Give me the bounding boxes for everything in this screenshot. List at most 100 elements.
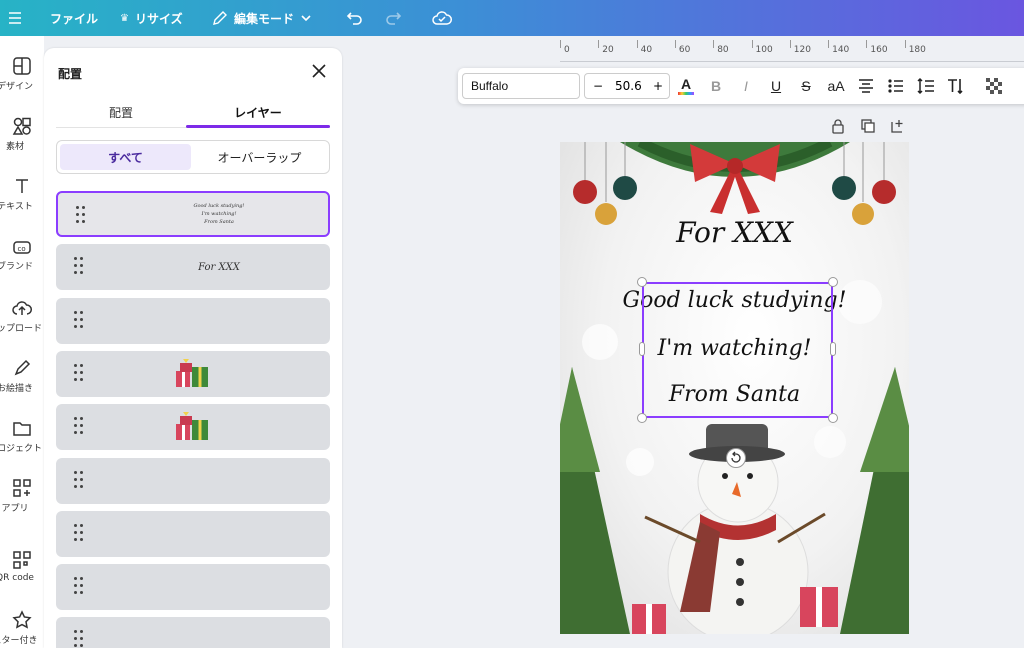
- layer-preview: Good luck studying! I'm watching! From San…: [118, 193, 320, 235]
- cloud-save-button[interactable]: [432, 0, 452, 36]
- apps-icon: [13, 479, 31, 497]
- sidebar-item-label: プロジェクト: [0, 444, 42, 454]
- resize-handle-right[interactable]: [830, 342, 836, 356]
- align-center-icon[interactable]: [856, 76, 876, 96]
- drag-handle-icon[interactable]: [76, 206, 88, 224]
- top-bar: ファイル ♛ リサイズ 編集モード: [0, 0, 1024, 36]
- drag-handle-icon[interactable]: [74, 310, 86, 329]
- resize-handle-tr[interactable]: [828, 277, 838, 287]
- drag-handle-icon[interactable]: [74, 523, 86, 542]
- layer-preview-text: From Santa: [204, 219, 234, 225]
- strikethrough-button[interactable]: S: [796, 76, 816, 96]
- italic-button[interactable]: I: [736, 76, 756, 96]
- sidebar-item-star[interactable]: スター付き: [0, 610, 44, 646]
- ruler-mark: [789, 40, 791, 48]
- chevron-down-icon: [301, 15, 311, 22]
- sidebar-item-label: アップロード: [0, 324, 42, 334]
- drag-handle-icon[interactable]: [74, 470, 86, 489]
- sidebar-item-layout[interactable]: デザイン: [0, 56, 44, 92]
- resize-button[interactable]: ♛ リサイズ: [120, 0, 183, 36]
- card-title[interactable]: For XXX: [560, 216, 909, 249]
- sidebar-item-text[interactable]: テキスト: [0, 176, 44, 212]
- undo-button[interactable]: [346, 0, 364, 36]
- lock-icon[interactable]: [830, 118, 846, 134]
- hamburger-icon[interactable]: [8, 0, 22, 36]
- layer-row[interactable]: Good luck studying! I'm watching! From San…: [56, 191, 330, 237]
- layer-row[interactable]: [56, 457, 330, 504]
- bulleted-list-icon[interactable]: [886, 76, 906, 96]
- layer-row[interactable]: [56, 297, 330, 344]
- tab-layers[interactable]: レイヤー: [187, 104, 329, 121]
- decrease-size-button[interactable]: −: [593, 79, 603, 93]
- drag-handle-icon[interactable]: [74, 363, 86, 382]
- add-page-icon[interactable]: [890, 118, 906, 134]
- ruler-mark: [598, 40, 600, 48]
- sidebar-item-folder[interactable]: プロジェクト: [0, 418, 44, 454]
- gift-icon: [176, 358, 208, 387]
- transparency-icon[interactable]: [984, 76, 1004, 96]
- left-sidebar: デザイン素材テキスト co ブランドアップロードお絵描きプロジェクトアプリ QR co…: [0, 36, 44, 648]
- ruler-tick-label: 160: [870, 45, 888, 55]
- panel-title: 配置: [58, 67, 83, 81]
- sidebar-item-draw[interactable]: お絵描き: [0, 358, 44, 394]
- letter-case-button[interactable]: aA: [826, 76, 846, 96]
- resize-handle-tl[interactable]: [637, 277, 647, 287]
- resize-label: リサイズ: [134, 11, 183, 26]
- drag-handle-icon[interactable]: [74, 577, 86, 595]
- filter-all-button[interactable]: すべて: [60, 144, 191, 170]
- svg-text:co: co: [18, 245, 26, 253]
- sidebar-item-apps[interactable]: アプリ: [0, 478, 44, 514]
- ruler-mark: [636, 40, 638, 48]
- text-selection-box[interactable]: [642, 282, 833, 418]
- ruler-tick-label: 40: [640, 45, 653, 55]
- undo-icon: [346, 12, 362, 25]
- ruler-tick-label: 120: [793, 45, 811, 55]
- upload-icon: [12, 301, 32, 315]
- rotate-handle[interactable]: [726, 448, 746, 468]
- bold-button[interactable]: B: [706, 76, 726, 96]
- vertical-text-icon[interactable]: [946, 76, 966, 96]
- font-size-value[interactable]: 50.6: [615, 79, 642, 93]
- drag-handle-icon[interactable]: [74, 630, 86, 648]
- sidebar-item-elements[interactable]: 素材: [0, 116, 44, 152]
- sidebar-item-label: QR code: [0, 573, 34, 583]
- layer-row[interactable]: [56, 404, 330, 451]
- layer-row[interactable]: [56, 617, 330, 648]
- resize-handle-left[interactable]: [639, 342, 645, 356]
- ruler-tick-label: 180: [908, 45, 926, 55]
- filter-overlap-button[interactable]: オーバーラップ: [194, 144, 325, 170]
- tab-position[interactable]: 配置: [50, 104, 192, 121]
- close-icon[interactable]: [310, 62, 328, 80]
- file-menu[interactable]: ファイル: [50, 0, 98, 36]
- layer-row[interactable]: [56, 564, 330, 611]
- resize-handle-br[interactable]: [828, 413, 838, 423]
- layer-preview-text: Good luck studying!: [193, 203, 245, 209]
- redo-button[interactable]: [384, 0, 402, 36]
- ruler-tick-label: 0: [564, 45, 570, 55]
- layer-preview-text: For XXX: [198, 261, 240, 273]
- duplicate-page-icon[interactable]: [860, 118, 876, 134]
- edit-mode-button[interactable]: 編集モード: [212, 0, 312, 36]
- file-label: ファイル: [50, 11, 99, 26]
- sidebar-item-qr[interactable]: QR code: [0, 550, 44, 583]
- ruler-tick-label: 100: [755, 45, 773, 55]
- sidebar-item-label: スター付き: [0, 636, 38, 646]
- underline-button[interactable]: U: [766, 76, 786, 96]
- sidebar-item-upload[interactable]: アップロード: [0, 298, 44, 334]
- sidebar-item-label: アプリ: [1, 504, 29, 514]
- ruler-mark: [866, 40, 868, 48]
- sidebar-item-label: お絵描き: [0, 384, 33, 394]
- increase-size-button[interactable]: +: [653, 79, 663, 93]
- drag-handle-icon[interactable]: [74, 257, 86, 275]
- layer-row[interactable]: [56, 350, 330, 397]
- text-color-button[interactable]: A: [676, 76, 696, 96]
- sidebar-item-brand[interactable]: co ブランド: [0, 236, 44, 272]
- cloud-check-icon: [432, 11, 452, 25]
- layer-row[interactable]: [56, 510, 330, 557]
- line-spacing-icon[interactable]: [916, 76, 936, 96]
- font-family-select[interactable]: Buffalo: [462, 73, 580, 99]
- drag-handle-icon[interactable]: [74, 417, 86, 435]
- layer-row[interactable]: For XXX: [56, 244, 330, 291]
- resize-handle-bl[interactable]: [637, 413, 647, 423]
- text-color-icon: A: [680, 76, 692, 92]
